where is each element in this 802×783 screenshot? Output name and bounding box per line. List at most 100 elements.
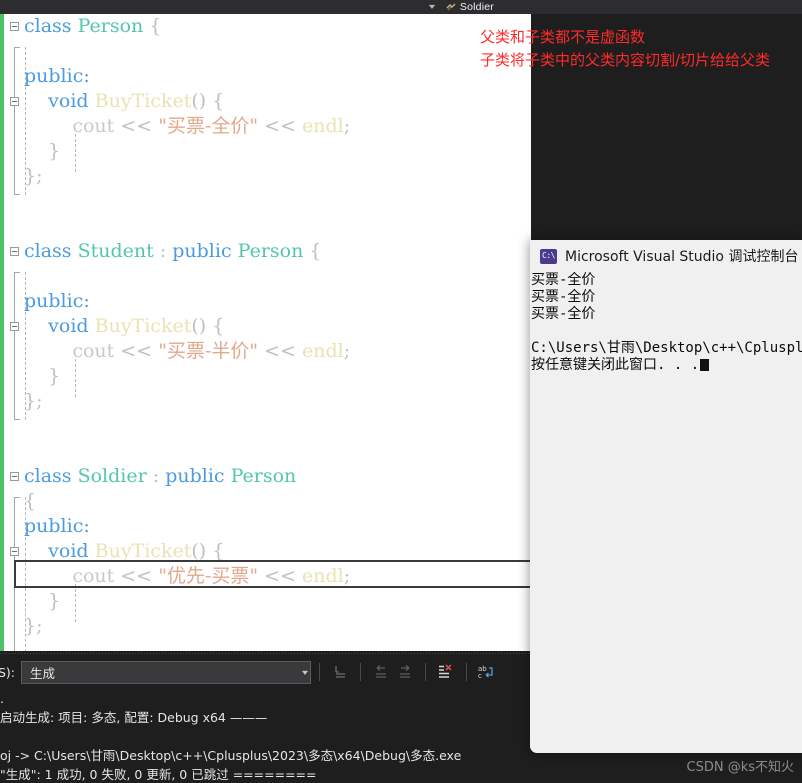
code-line[interactable] bbox=[0, 414, 531, 439]
member-dropdown[interactable]: Soldier bbox=[444, 0, 500, 14]
code-token: }; bbox=[24, 165, 43, 187]
code-line-text: void BuyTicket() { bbox=[0, 314, 531, 339]
code-line[interactable]: { bbox=[0, 489, 531, 514]
code-line[interactable] bbox=[0, 264, 531, 289]
code-token: cout bbox=[72, 565, 115, 587]
code-line[interactable] bbox=[0, 39, 531, 64]
collapse-toggle-icon[interactable] bbox=[10, 547, 19, 556]
code-line-text: cout << "买票-半价" << endl; bbox=[0, 339, 531, 364]
code-line[interactable] bbox=[0, 439, 531, 464]
annotation-line-2: 子类将子类中的父类内容切割/切片给给父类 bbox=[480, 51, 771, 69]
code-token: () { bbox=[191, 540, 225, 562]
console-line: 买票-全价 bbox=[531, 272, 596, 288]
code-line[interactable]: class Soldier : public Person bbox=[0, 464, 531, 489]
code-token: ; bbox=[343, 340, 351, 362]
code-line[interactable] bbox=[0, 189, 531, 214]
code-token: public bbox=[165, 465, 231, 487]
navigate-forward-icon[interactable] bbox=[393, 661, 417, 683]
collapse-toggle-icon[interactable] bbox=[10, 472, 19, 481]
code-line[interactable] bbox=[0, 214, 531, 239]
code-line-text: }; bbox=[0, 614, 531, 639]
code-token: ; bbox=[343, 565, 351, 587]
clear-output-icon[interactable] bbox=[434, 661, 458, 683]
code-token: } bbox=[24, 365, 61, 387]
code-token: class bbox=[24, 240, 78, 262]
member-label: Soldier bbox=[459, 1, 494, 13]
code-line[interactable]: class Student : public Person { bbox=[0, 239, 531, 264]
code-line-text: public: bbox=[0, 64, 531, 89]
code-line[interactable]: public: bbox=[0, 289, 531, 314]
code-line-text: cout << "买票-全价" << endl; bbox=[0, 114, 531, 139]
code-line-text: public: bbox=[0, 514, 531, 539]
toolbar-separator bbox=[319, 663, 321, 681]
code-line-text: }; bbox=[0, 164, 531, 189]
output-source-value: 生成 bbox=[30, 665, 56, 681]
code-token: Person bbox=[77, 15, 144, 37]
code-token: Person bbox=[230, 465, 297, 487]
code-line-text: class Student : public Person { bbox=[0, 239, 531, 264]
console-app-icon: C:\ bbox=[540, 248, 557, 264]
code-token: cout bbox=[72, 340, 115, 362]
code-line[interactable]: void BuyTicket() { bbox=[0, 89, 531, 114]
toolbar-separator bbox=[425, 663, 427, 681]
code-token: "买票-半价" bbox=[158, 340, 259, 362]
collapse-toggle-icon[interactable] bbox=[10, 247, 19, 256]
code-line-text: { bbox=[0, 489, 531, 514]
code-token: () { bbox=[191, 90, 225, 112]
watermark: CSDN @ks不知火 bbox=[686, 760, 795, 775]
code-line[interactable]: }; bbox=[0, 164, 531, 189]
code-token: () { bbox=[191, 315, 225, 337]
code-line-text: } bbox=[0, 139, 531, 164]
collapse-toggle-icon[interactable] bbox=[10, 22, 19, 31]
navigate-back-icon[interactable] bbox=[369, 661, 393, 683]
code-line-text: class Soldier : public Person bbox=[0, 464, 531, 489]
code-line[interactable]: cout << "买票-半价" << endl; bbox=[0, 339, 531, 364]
chevron-down-icon[interactable]: ▾ bbox=[429, 3, 435, 11]
code-line[interactable]: public: bbox=[0, 64, 531, 89]
code-line[interactable]: } bbox=[0, 364, 531, 389]
code-token: void bbox=[48, 315, 95, 337]
code-token: endl bbox=[302, 340, 344, 362]
svg-text:c: c bbox=[478, 672, 482, 680]
code-line[interactable]: cout << "买票-全价" << endl; bbox=[0, 114, 531, 139]
code-line[interactable]: public: bbox=[0, 514, 531, 539]
code-line[interactable]: cout << "优先-买票" << endl; bbox=[0, 564, 531, 589]
console-line: 买票-全价 bbox=[531, 289, 596, 305]
toggle-word-wrap-icon[interactable]: ab c bbox=[475, 661, 499, 683]
collapse-toggle-icon[interactable] bbox=[10, 97, 19, 106]
code-editor[interactable]: class Person {public: void BuyTicket() {… bbox=[0, 14, 531, 651]
code-token: } bbox=[24, 140, 61, 162]
code-line[interactable]: }; bbox=[0, 614, 531, 639]
code-token: } bbox=[24, 590, 61, 612]
code-line[interactable]: void BuyTicket() { bbox=[0, 314, 531, 339]
code-token: BuyTicket bbox=[94, 540, 192, 562]
collapse-toggle-icon[interactable] bbox=[10, 322, 19, 331]
code-line-text: } bbox=[0, 364, 531, 389]
code-token: void bbox=[48, 90, 95, 112]
code-token: { bbox=[143, 15, 162, 37]
code-token: void bbox=[48, 540, 95, 562]
code-token: BuyTicket bbox=[94, 315, 192, 337]
go-to-line-icon[interactable] bbox=[328, 661, 352, 683]
code-line[interactable]: class Person { bbox=[0, 14, 531, 39]
annotation-line-1: 父类和子类都不是虚函数 bbox=[480, 28, 646, 46]
console-caret bbox=[700, 359, 710, 371]
code-line-text: public: bbox=[0, 289, 531, 314]
output-line: "生成": 1 成功, 0 失败, 0 更新, 0 已跳过 ======== bbox=[0, 767, 317, 782]
code-token: : bbox=[146, 465, 166, 487]
debug-console-window[interactable]: C:\ Microsoft Visual Studio 调试控制台 买票-全价买… bbox=[530, 240, 802, 753]
console-line: 买票-全价 bbox=[531, 306, 596, 322]
code-line-text: class Person { bbox=[0, 14, 531, 39]
console-output: 买票-全价 买票-全价 买票-全价 C:\Users\甘雨\Desktop\c++\C… bbox=[530, 272, 802, 374]
code-line[interactable]: } bbox=[0, 139, 531, 164]
output-source-select[interactable]: 生成 ▾ bbox=[21, 660, 312, 684]
code-token: cout bbox=[72, 115, 115, 137]
code-line[interactable]: }; bbox=[0, 389, 531, 414]
code-line[interactable]: void BuyTicket() { bbox=[0, 539, 531, 564]
code-line[interactable]: } bbox=[0, 589, 531, 614]
console-title-bar[interactable]: C:\ Microsoft Visual Studio 调试控制台 bbox=[530, 240, 802, 272]
